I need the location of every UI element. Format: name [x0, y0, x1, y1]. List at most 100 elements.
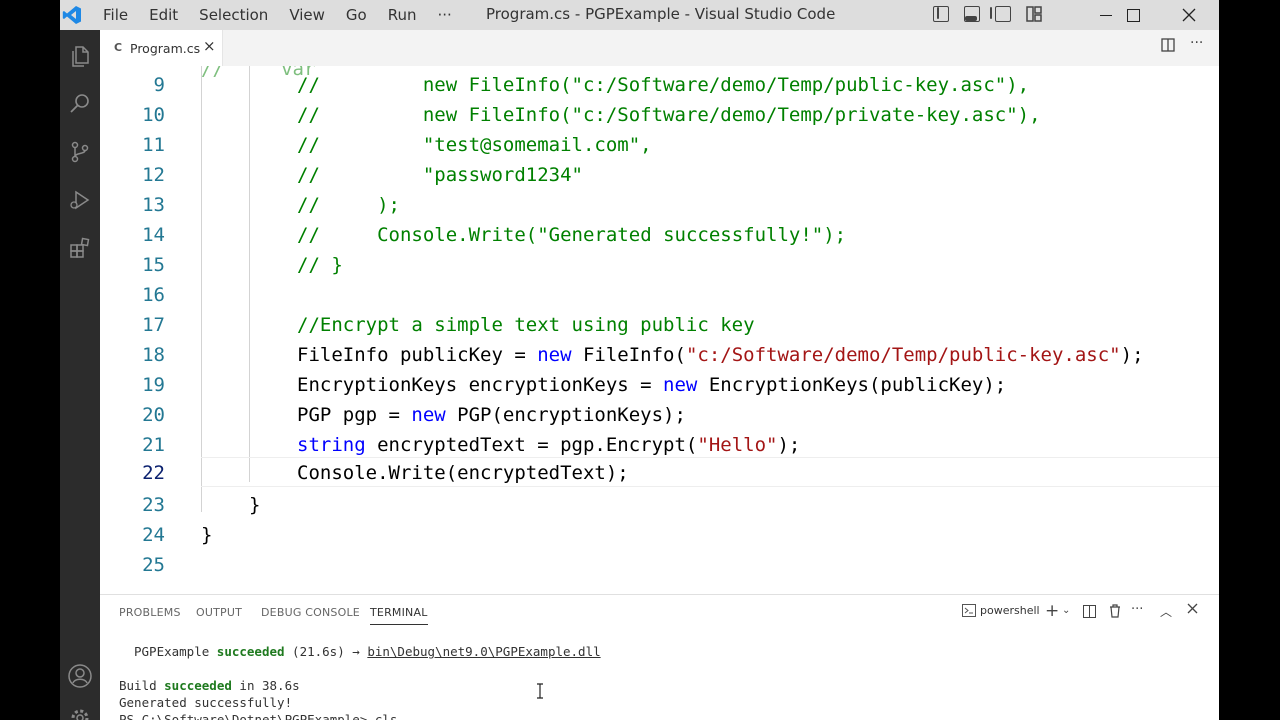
- code-line-9: // new FileInfo("c:/Software/demo/Temp/p…: [297, 74, 1030, 96]
- terminal-shell-selector[interactable]: powershell: [962, 604, 1040, 617]
- split-editor-button[interactable]: [1161, 38, 1175, 56]
- split-terminal-button[interactable]: [1083, 605, 1096, 622]
- window-title: Program.cs - PGPExample - Visual Studio …: [486, 5, 836, 23]
- editor-tabs: C Program.cs × ···: [100, 30, 1219, 66]
- tab-debug-console[interactable]: DEBUG CONSOLE: [261, 606, 360, 619]
- source-control-button[interactable]: [60, 132, 100, 172]
- layout-controls: [933, 6, 1057, 22]
- code-editor[interactable]: // var 9 10 11 12 13 14 15 16 17 18 19 2…: [100, 66, 1219, 594]
- toggle-primary-sidebar-icon[interactable]: [933, 6, 949, 22]
- menu-more[interactable]: ···: [438, 6, 452, 24]
- terminal-line: Generated successfully!: [119, 695, 293, 710]
- maximize-button[interactable]: [1110, 0, 1156, 30]
- explorer-button[interactable]: [60, 36, 100, 76]
- menu-go[interactable]: Go: [346, 6, 367, 24]
- extensions-icon: [70, 237, 90, 258]
- menu-file[interactable]: File: [103, 6, 128, 24]
- close-icon: [1182, 8, 1196, 22]
- tab-problems[interactable]: PROBLEMS: [119, 606, 181, 619]
- text-cursor-icon: [536, 683, 544, 699]
- code-line-23: }: [249, 494, 261, 516]
- code-line-21: string encryptedText = pgp.Encrypt("Hell…: [297, 434, 801, 456]
- code-line-15: // }: [297, 254, 343, 276]
- terminal-line: PGPExample succeeded (21.6s) → bin\Debug…: [134, 644, 601, 659]
- extensions-button[interactable]: [60, 228, 100, 268]
- run-debug-button[interactable]: [60, 180, 100, 220]
- code-line-20: PGP pgp = new PGP(encryptionKeys);: [297, 404, 686, 426]
- tab-terminal[interactable]: TERMINAL: [370, 606, 428, 625]
- menu-selection[interactable]: Selection: [199, 6, 268, 24]
- output-dll-link[interactable]: bin\Debug\net9.0\PGPExample.dll: [367, 644, 600, 659]
- more-icon: ···: [1190, 35, 1204, 51]
- tab-close-icon[interactable]: ×: [203, 37, 216, 55]
- code-line-18: FileInfo publicKey = new FileInfo("c:/So…: [297, 344, 1144, 366]
- search-button[interactable]: [60, 84, 100, 124]
- line-number: 20: [142, 404, 165, 426]
- tab-label: Program.cs: [130, 41, 201, 56]
- run-debug-icon: [70, 190, 90, 210]
- line-number-current: 22: [142, 462, 165, 484]
- manage-button[interactable]: [60, 698, 100, 720]
- kill-terminal-button[interactable]: [1109, 604, 1121, 622]
- line-number: 16: [142, 284, 165, 306]
- close-panel-button[interactable]: [1187, 603, 1198, 618]
- line-number: 14: [142, 224, 165, 246]
- code-line-10: // new FileInfo("c:/Software/demo/Temp/p…: [297, 104, 1041, 126]
- line-number: 25: [142, 554, 165, 576]
- csharp-file-icon: C: [114, 41, 123, 54]
- code-line-13: // );: [297, 194, 400, 216]
- code-line-22: Console.Write(encryptedText);: [297, 462, 629, 484]
- toggle-secondary-sidebar-icon[interactable]: [990, 6, 1011, 22]
- customize-layout-icon[interactable]: [1026, 6, 1042, 22]
- line-number: 21: [142, 434, 165, 456]
- search-icon: [70, 94, 89, 113]
- tab-program-cs[interactable]: C Program.cs ×: [100, 30, 223, 66]
- line-number: 17: [142, 314, 165, 336]
- code-line-19: EncryptionKeys encryptionKeys = new Encr…: [297, 374, 1007, 396]
- tab-output[interactable]: OUTPUT: [196, 606, 242, 619]
- files-icon: [72, 46, 89, 67]
- line-number: 18: [142, 344, 165, 366]
- indent-guide: [249, 66, 250, 482]
- panel-more-button[interactable]: ···: [1131, 602, 1143, 617]
- accounts-button[interactable]: [60, 656, 100, 696]
- code-line-11: // "test@somemail.com",: [297, 134, 652, 156]
- terminal-icon: [962, 604, 976, 617]
- menu-run[interactable]: Run: [388, 6, 417, 24]
- code-line-24: }: [201, 524, 213, 546]
- source-control-icon: [71, 141, 89, 163]
- terminal-prompt[interactable]: PS C:\Software\Dotnet\PGPExample> cls: [119, 712, 397, 720]
- toggle-panel-icon[interactable]: [964, 6, 980, 22]
- trash-icon: [1110, 604, 1120, 618]
- menu-view[interactable]: View: [289, 6, 325, 24]
- shell-label: powershell: [980, 604, 1040, 617]
- activity-bar: [60, 30, 100, 720]
- new-terminal-button[interactable]: +: [1045, 601, 1059, 621]
- line-number: 23: [142, 494, 165, 516]
- line-number: 13: [142, 194, 165, 216]
- plus-icon: +: [1045, 601, 1060, 621]
- code-line-17: //Encrypt a simple text using public key: [297, 314, 755, 336]
- gear-icon: [71, 709, 89, 720]
- split-editor-icon: [1161, 38, 1175, 52]
- indent-guide: [201, 66, 202, 512]
- maximize-panel-button[interactable]: ︿: [1160, 603, 1172, 620]
- maximize-icon: [1126, 8, 1140, 22]
- line-number: 9: [153, 74, 165, 96]
- menu-edit[interactable]: Edit: [149, 6, 178, 24]
- split-terminal-icon: [1083, 605, 1096, 618]
- title-bar: File Edit Selection View Go Run ··· Prog…: [60, 0, 1219, 30]
- chevron-up-icon: ︿: [1160, 605, 1173, 619]
- line-number: 15: [142, 254, 165, 276]
- close-window-button[interactable]: [1166, 0, 1212, 30]
- menu-bar: File Edit Selection View Go Run ···: [103, 0, 473, 30]
- code-line-14: // Console.Write("Generated successfully…: [297, 224, 847, 246]
- more-icon: ···: [1131, 602, 1144, 617]
- desktop-edge: [1219, 0, 1280, 720]
- more-actions-button[interactable]: ···: [1190, 35, 1203, 51]
- line-number: 19: [142, 374, 165, 396]
- terminal-line: Build succeeded in 38.6s: [119, 678, 300, 693]
- line-number: 24: [142, 524, 165, 546]
- terminal-dropdown-button[interactable]: ⌄: [1062, 605, 1070, 616]
- line-number: 12: [142, 164, 165, 186]
